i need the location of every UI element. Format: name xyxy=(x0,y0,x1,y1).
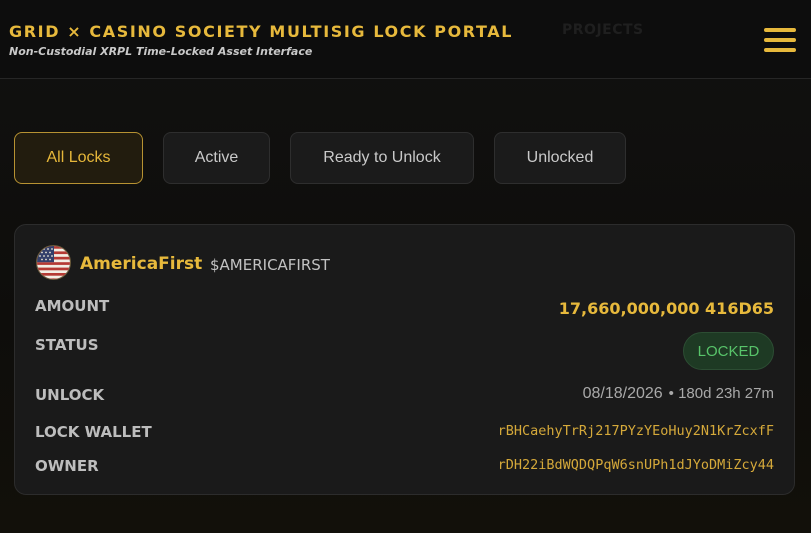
portal-subtitle: Non-Custodial XRPL Time-Locked Asset Int… xyxy=(9,45,313,58)
lock-wallet-label: LOCK WALLET xyxy=(35,423,152,441)
hamburger-menu-icon[interactable] xyxy=(764,28,796,54)
nav-link-projects[interactable]: PROJECTS xyxy=(562,22,644,38)
amount-value: 17,660,000,000 416D65 xyxy=(558,299,774,318)
us-flag-icon xyxy=(36,245,71,280)
owner-address[interactable]: rDH22iBdWQDQPqW6snUPh1dJYoDMiZcy44 xyxy=(498,457,774,473)
amount-label: AMOUNT xyxy=(35,297,110,315)
unlock-label: UNLOCK xyxy=(35,386,105,404)
lock-card: AmericaFirst $AMERICAFIRST AMOUNT 17,660… xyxy=(14,224,795,495)
token-name: AmericaFirst xyxy=(80,254,203,274)
menu-bar-bottom xyxy=(764,48,796,52)
unlock-countdown: • 180d 23h 27m xyxy=(668,385,774,402)
lock-wallet-address[interactable]: rBHCaehyTrRj217PYzYEoHuy2N1KrZcxfF xyxy=(498,423,774,439)
unlock-date: 08/18/2026 xyxy=(582,385,663,402)
status-badge: LOCKED xyxy=(683,332,774,370)
tab-unlocked[interactable]: Unlocked xyxy=(494,132,626,184)
menu-bar-middle xyxy=(764,38,796,42)
tab-all-locks[interactable]: All Locks xyxy=(14,132,143,184)
tab-active[interactable]: Active xyxy=(163,132,270,184)
top-bar: GRID × CASINO SOCIETY MULTISIG LOCK PORT… xyxy=(0,0,811,79)
unlock-info: 08/18/2026 • 180d 23h 27m xyxy=(583,385,774,403)
tab-ready-to-unlock[interactable]: Ready to Unlock xyxy=(290,132,474,184)
page: GRID × CASINO SOCIETY MULTISIG LOCK PORT… xyxy=(0,0,811,533)
token-ticker: $AMERICAFIRST xyxy=(210,256,330,274)
portal-title: GRID × CASINO SOCIETY MULTISIG LOCK PORT… xyxy=(9,22,514,41)
owner-label: OWNER xyxy=(35,457,99,475)
status-label: STATUS xyxy=(35,336,99,354)
menu-bar-top xyxy=(764,28,796,32)
